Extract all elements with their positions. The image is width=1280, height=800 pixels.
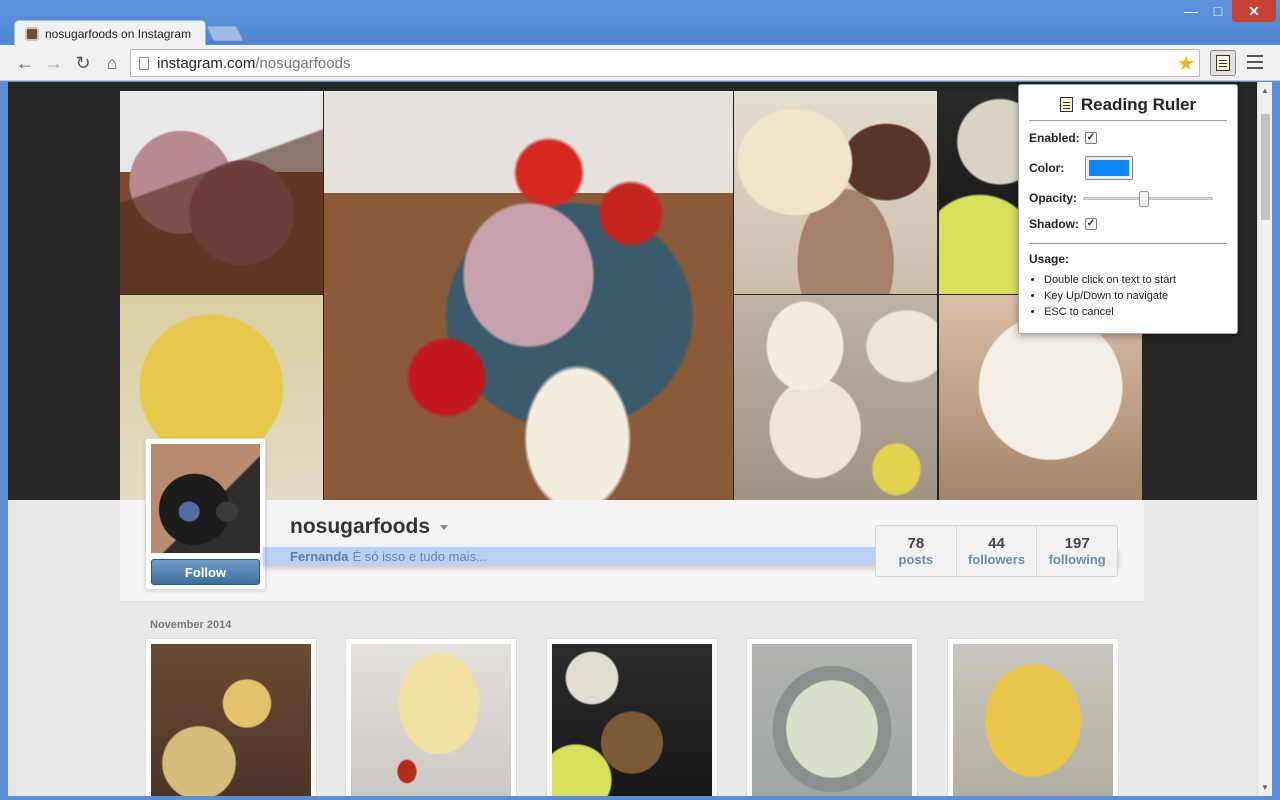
feed-photo-image bbox=[752, 644, 912, 796]
browser-tab[interactable]: nosugarfoods on Instagram bbox=[14, 20, 206, 46]
feed-photo[interactable] bbox=[145, 638, 317, 796]
feed-photo[interactable] bbox=[345, 638, 517, 796]
collage-photo-featured[interactable] bbox=[324, 91, 733, 500]
stat-followers[interactable]: 44 followers bbox=[957, 526, 1038, 576]
opacity-row: Opacity: bbox=[1029, 189, 1227, 207]
usage-item: Key Up/Down to navigate bbox=[1044, 288, 1227, 304]
instagram-favicon-icon bbox=[25, 26, 39, 41]
opacity-label: Opacity: bbox=[1029, 191, 1078, 205]
feed-photo-image bbox=[151, 644, 311, 796]
stat-value: 44 bbox=[988, 535, 1005, 552]
color-picker[interactable] bbox=[1085, 156, 1133, 180]
reload-icon[interactable]: ↻ bbox=[71, 51, 95, 75]
popup-title: Reading Ruler bbox=[1029, 93, 1227, 121]
stat-following[interactable]: 197 following bbox=[1037, 526, 1117, 576]
feed-photo-image bbox=[953, 644, 1113, 796]
feed-photo-image bbox=[552, 644, 712, 796]
reading-ruler-icon bbox=[1059, 97, 1073, 112]
minimize-button[interactable]: — bbox=[1178, 0, 1204, 22]
collage-photo[interactable] bbox=[734, 295, 937, 500]
hamburger-menu-icon[interactable] bbox=[1246, 53, 1264, 71]
shadow-checkbox[interactable]: ✓ bbox=[1085, 218, 1097, 230]
enabled-label: Enabled: bbox=[1029, 131, 1080, 145]
avatar[interactable] bbox=[151, 444, 260, 553]
profile-stats: 78 posts 44 followers 197 following bbox=[875, 525, 1118, 577]
stat-value: 197 bbox=[1064, 535, 1090, 552]
address-bar[interactable]: instagram.com/nosugarfoods ★ bbox=[130, 49, 1200, 77]
browser-toolbar: ← → ↻ ⌂ instagram.com/nosugarfoods ★ bbox=[0, 45, 1280, 81]
avatar-card: Follow bbox=[145, 438, 266, 590]
usage-item: Double click on text to start bbox=[1044, 272, 1227, 288]
popup-title-text: Reading Ruler bbox=[1080, 94, 1197, 114]
feed-photo[interactable] bbox=[546, 638, 718, 796]
url-path: /nosugarfoods bbox=[255, 54, 351, 72]
star-icon[interactable]: ★ bbox=[1177, 51, 1195, 76]
enabled-checkbox[interactable]: ✓ bbox=[1085, 132, 1097, 144]
color-swatch-fill bbox=[1089, 160, 1129, 176]
stat-label: followers bbox=[967, 552, 1026, 567]
usage-list: Double click on text to start Key Up/Dow… bbox=[1029, 272, 1227, 320]
collage-photo[interactable] bbox=[120, 91, 323, 294]
forward-arrow-icon[interactable]: → bbox=[42, 51, 66, 75]
opacity-slider[interactable] bbox=[1083, 191, 1213, 207]
scrollbar-thumb[interactable] bbox=[1261, 114, 1270, 220]
follow-button[interactable]: Follow bbox=[151, 559, 260, 585]
reading-ruler-extension-button[interactable] bbox=[1210, 50, 1236, 76]
page-scrollbar[interactable]: ▲ ▼ bbox=[1257, 82, 1272, 796]
stat-posts[interactable]: 78 posts bbox=[876, 526, 957, 576]
new-tab-button[interactable] bbox=[206, 26, 244, 41]
reading-ruler-popup: Reading Ruler Enabled: ✓ Color: Opacity:… bbox=[1018, 84, 1238, 334]
scroll-down-arrow-icon[interactable]: ▼ bbox=[1261, 783, 1269, 792]
feed-photo-image bbox=[351, 644, 511, 796]
stat-label: following bbox=[1048, 552, 1106, 567]
username-dropdown-caret-icon[interactable] bbox=[440, 525, 448, 530]
home-icon[interactable]: ⌂ bbox=[100, 51, 124, 75]
feed-photo[interactable] bbox=[746, 638, 918, 796]
feed-photo[interactable] bbox=[947, 638, 1119, 796]
reading-ruler-icon bbox=[1216, 55, 1230, 71]
maximize-button[interactable]: □ bbox=[1205, 0, 1231, 22]
enabled-row: Enabled: ✓ bbox=[1029, 129, 1227, 147]
shadow-row: Shadow: ✓ bbox=[1029, 215, 1227, 233]
collage-photo[interactable] bbox=[734, 91, 937, 294]
color-label: Color: bbox=[1029, 161, 1065, 175]
color-row: Color: bbox=[1029, 155, 1227, 181]
tab-title: nosugarfoods on Instagram bbox=[45, 26, 192, 41]
feed-month-label: November 2014 bbox=[150, 619, 232, 631]
stat-value: 78 bbox=[907, 535, 925, 552]
shadow-label: Shadow: bbox=[1029, 217, 1079, 231]
scroll-up-arrow-icon[interactable]: ▲ bbox=[1261, 86, 1269, 95]
window-border bbox=[0, 796, 1280, 800]
profile-username: nosugarfoods bbox=[290, 515, 430, 538]
url-host: instagram.com bbox=[157, 54, 256, 72]
page-icon bbox=[139, 56, 149, 70]
slider-thumb[interactable] bbox=[1139, 191, 1149, 207]
usage-item: ESC to cancel bbox=[1044, 304, 1227, 320]
close-window-button[interactable]: ✕ bbox=[1232, 0, 1276, 22]
usage-title: Usage: bbox=[1029, 252, 1070, 266]
back-arrow-icon[interactable]: ← bbox=[13, 51, 37, 75]
divider bbox=[1029, 243, 1227, 244]
stat-label: posts bbox=[898, 552, 934, 567]
